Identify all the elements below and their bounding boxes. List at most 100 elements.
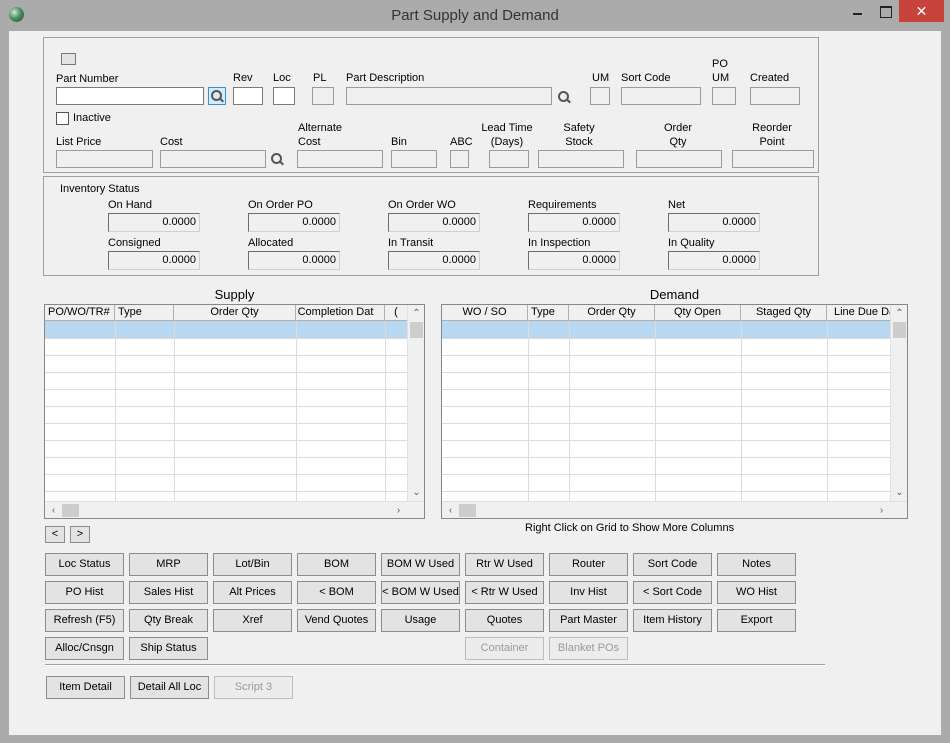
supply-horizontal-scrollbar[interactable]: ‹ › xyxy=(45,501,424,518)
part-number-search-button[interactable] xyxy=(208,87,226,105)
created-field xyxy=(750,87,800,105)
demand-grid[interactable]: WO / SO Type Order Qty Qty Open Staged Q… xyxy=(441,304,908,519)
created-label: Created xyxy=(750,72,790,84)
close-icon[interactable]: ✕ xyxy=(899,0,944,22)
alt-prices-button[interactable]: Alt Prices xyxy=(213,581,292,604)
order-qty-label-top: Order xyxy=(663,122,693,134)
supply-col-overflow[interactable]: ( xyxy=(385,305,407,321)
bin-field xyxy=(391,150,437,168)
demand-vertical-scrollbar[interactable]: ⌃ ⌄ xyxy=(890,305,907,502)
supply-vertical-scrollbar[interactable]: ⌃ ⌄ xyxy=(407,305,424,502)
alternate-cost-label: Cost xyxy=(298,136,321,148)
supply-vscroll-thumb[interactable] xyxy=(410,322,423,338)
demand-col-qty-open[interactable]: Qty Open xyxy=(655,305,741,321)
demand-col-line-due-date[interactable]: Line Due Da xyxy=(827,305,890,321)
supply-selected-row[interactable] xyxy=(45,321,407,338)
supply-hscroll-thumb[interactable] xyxy=(62,504,79,517)
supply-col-po-wo-tr[interactable]: PO/WO/TR# xyxy=(45,305,115,321)
sales-history-button[interactable]: Sales Hist xyxy=(129,581,208,604)
scroll-left-icon[interactable]: ‹ xyxy=(45,502,62,518)
loc-label: Loc xyxy=(273,72,291,84)
item-detail-button[interactable]: Item Detail xyxy=(46,676,125,699)
previous-bom-button[interactable]: < BOM xyxy=(297,581,376,604)
scroll-left-icon[interactable]: ‹ xyxy=(442,502,459,518)
lot-bin-button[interactable]: Lot/Bin xyxy=(213,553,292,576)
refresh-button[interactable]: Refresh (F5) xyxy=(45,609,124,632)
demand-col-type[interactable]: Type xyxy=(528,305,569,321)
in-transit-label: In Transit xyxy=(388,237,434,249)
reorder-point-label-top: Reorder xyxy=(752,122,792,134)
mrp-button[interactable]: MRP xyxy=(129,553,208,576)
inventory-history-button[interactable]: Inv Hist xyxy=(549,581,628,604)
supply-grid[interactable]: PO/WO/TR# Type Order Qty st Completion D… xyxy=(44,304,425,519)
supply-col-type[interactable]: Type xyxy=(115,305,174,321)
export-button[interactable]: Export xyxy=(717,609,796,632)
ship-status-button[interactable]: Ship Status xyxy=(129,637,208,660)
detail-all-loc-button[interactable]: Detail All Loc xyxy=(130,676,209,699)
previous-bom-where-used-button[interactable]: < BOM W Used xyxy=(381,581,460,604)
router-button[interactable]: Router xyxy=(549,553,628,576)
reorder-point-field xyxy=(732,150,814,168)
bom-where-used-button[interactable]: BOM W Used xyxy=(381,553,460,576)
qty-break-button[interactable]: Qty Break xyxy=(129,609,208,632)
next-button[interactable]: > xyxy=(70,526,90,543)
previous-router-where-used-button[interactable]: < Rtr W Used xyxy=(465,581,544,604)
usage-button[interactable]: Usage xyxy=(381,609,460,632)
inactive-checkbox[interactable] xyxy=(56,112,69,125)
scroll-up-icon[interactable]: ⌃ xyxy=(408,305,424,322)
cost-search-icon[interactable] xyxy=(270,152,284,166)
on-order-wo-value: 0.0000 xyxy=(388,213,480,232)
notes-button[interactable]: Notes xyxy=(717,553,796,576)
vendor-quotes-button[interactable]: Vend Quotes xyxy=(297,609,376,632)
demand-col-order-qty[interactable]: Order Qty xyxy=(569,305,655,321)
in-quality-value: 0.0000 xyxy=(668,251,760,270)
container-button[interactable]: Container xyxy=(465,637,544,660)
demand-vscroll-thumb[interactable] xyxy=(893,322,906,338)
po-history-button[interactable]: PO Hist xyxy=(45,581,124,604)
po-um-label: UM xyxy=(712,72,730,84)
client-area: Part Number Rev Loc PL Part Description … xyxy=(9,31,941,735)
alloc-consign-button[interactable]: Alloc/Cnsgn xyxy=(45,637,124,660)
xref-button[interactable]: Xref xyxy=(213,609,292,632)
description-search-icon[interactable] xyxy=(557,90,571,104)
part-options-button[interactable] xyxy=(61,53,76,65)
maximize-icon[interactable] xyxy=(871,0,899,22)
bom-button[interactable]: BOM xyxy=(297,553,376,576)
router-where-used-button[interactable]: Rtr W Used xyxy=(465,553,544,576)
loc-status-button[interactable]: Loc Status xyxy=(45,553,124,576)
loc-input[interactable] xyxy=(273,87,295,105)
demand-horizontal-scrollbar[interactable]: ‹ › xyxy=(442,501,907,518)
scroll-down-icon[interactable]: ⌄ xyxy=(408,484,424,501)
demand-col-staged-qty[interactable]: Staged Qty xyxy=(741,305,827,321)
scroll-right-icon[interactable]: › xyxy=(390,502,407,518)
minimize-icon[interactable] xyxy=(843,0,871,22)
sort-code-button[interactable]: Sort Code xyxy=(633,553,712,576)
supply-col-order-qty[interactable]: Order Qty xyxy=(174,305,296,321)
window-title: Part Supply and Demand xyxy=(391,7,559,24)
demand-col-wo-so[interactable]: WO / SO xyxy=(442,305,528,321)
allocated-label: Allocated xyxy=(248,237,294,249)
part-header-panel: Part Number Rev Loc PL Part Description … xyxy=(43,37,819,173)
blanket-pos-button[interactable]: Blanket POs xyxy=(549,637,628,660)
demand-hscroll-thumb[interactable] xyxy=(459,504,476,517)
search-icon xyxy=(210,89,224,103)
wo-history-button[interactable]: WO Hist xyxy=(717,581,796,604)
on-order-po-value: 0.0000 xyxy=(248,213,340,232)
scroll-up-icon[interactable]: ⌃ xyxy=(891,305,907,322)
demand-selected-row[interactable] xyxy=(442,321,890,338)
pl-field xyxy=(312,87,334,105)
previous-sort-code-button[interactable]: < Sort Code xyxy=(633,581,712,604)
consigned-label: Consigned xyxy=(108,237,161,249)
part-number-input[interactable] xyxy=(56,87,204,105)
item-history-button[interactable]: Item History xyxy=(633,609,712,632)
supply-col-completion-date[interactable]: st Completion Dat xyxy=(296,305,385,321)
part-master-button[interactable]: Part Master xyxy=(549,609,628,632)
quotes-button[interactable]: Quotes xyxy=(465,609,544,632)
rev-input[interactable] xyxy=(233,87,263,105)
scroll-down-icon[interactable]: ⌄ xyxy=(891,484,907,501)
script-3-button[interactable]: Script 3 xyxy=(214,676,293,699)
scroll-right-icon[interactable]: › xyxy=(873,502,890,518)
on-order-po-label: On Order PO xyxy=(248,199,313,211)
cost-field xyxy=(160,150,266,168)
previous-button[interactable]: < xyxy=(45,526,65,543)
